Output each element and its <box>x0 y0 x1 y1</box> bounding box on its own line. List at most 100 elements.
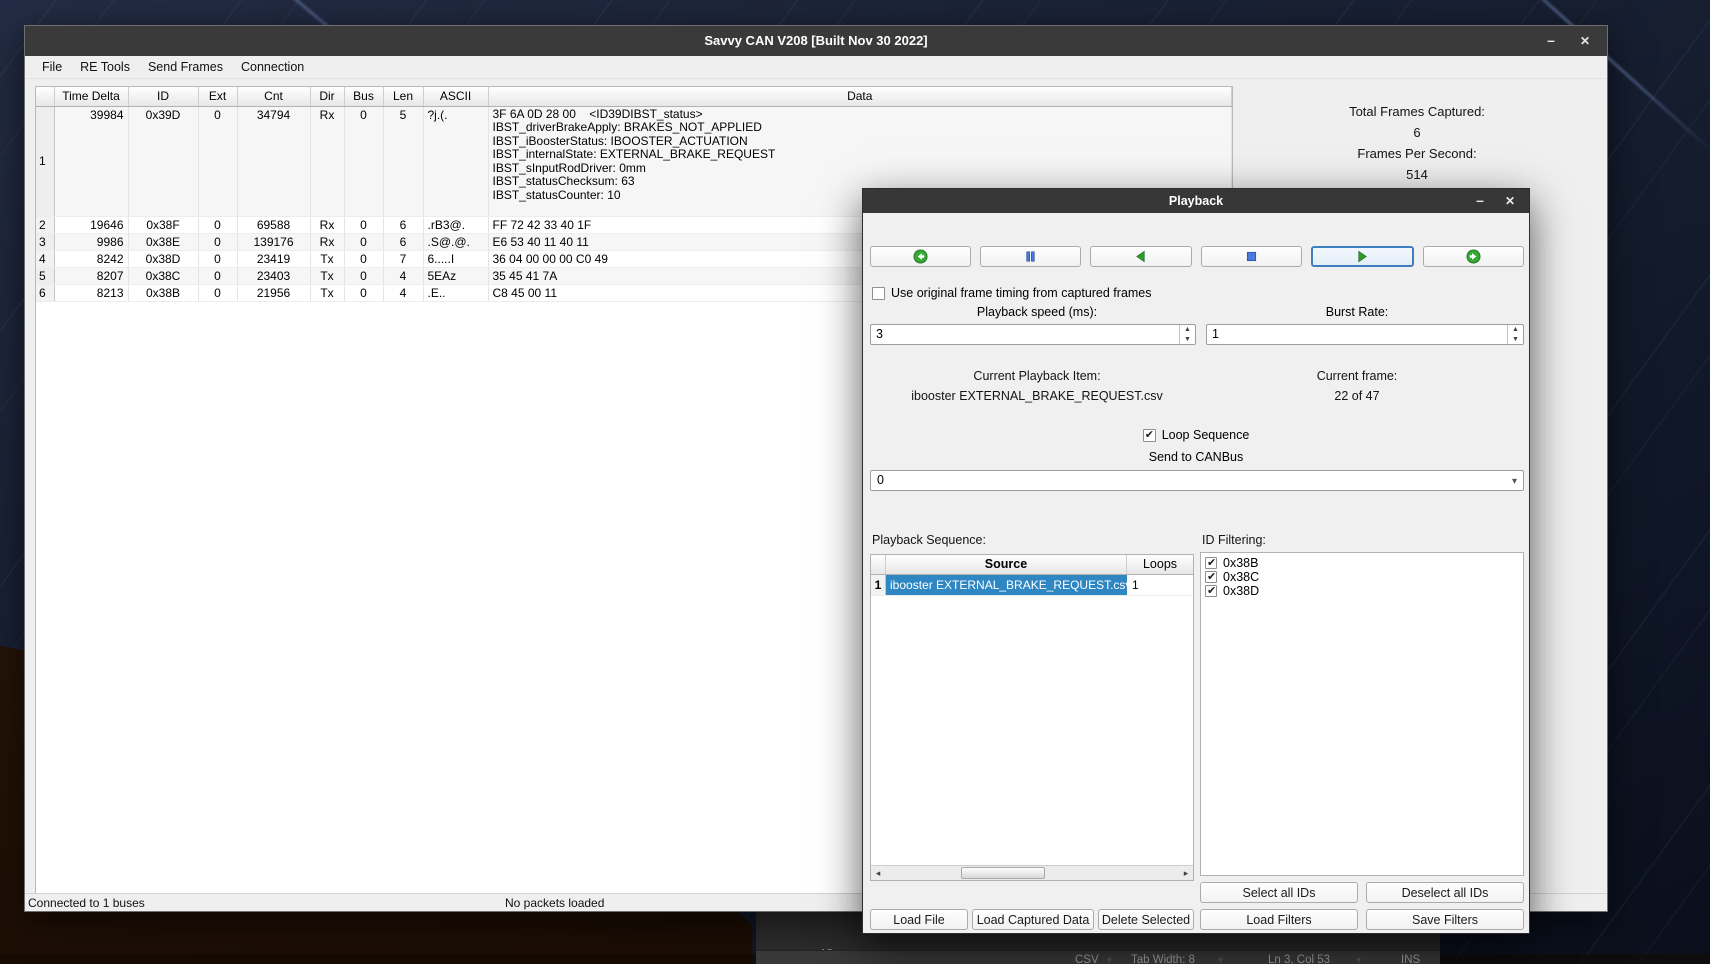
menu-connection[interactable]: Connection <box>232 58 313 76</box>
scrollbar-thumb[interactable] <box>961 867 1045 879</box>
pause-button[interactable] <box>980 246 1081 267</box>
loop-sequence-option[interactable]: Loop Sequence <box>863 428 1529 442</box>
menu-file[interactable]: File <box>33 58 71 76</box>
spin-down-icon[interactable]: ▼ <box>1180 335 1195 345</box>
cell-ext[interactable]: 0 <box>198 233 237 250</box>
cell-time-delta[interactable]: 8213 <box>54 284 128 301</box>
cell-ascii[interactable]: 6.....I <box>423 250 488 267</box>
cell-ascii[interactable]: .rB3@. <box>423 216 488 233</box>
corner-header[interactable] <box>36 87 54 106</box>
loops-column-header[interactable]: Loops <box>1127 555 1193 574</box>
burst-rate-spinner[interactable]: 1 ▲▼ <box>1206 324 1524 345</box>
language-menu[interactable]: CSV <box>1075 954 1099 964</box>
delete-selected-button[interactable]: Delete Selected <box>1098 909 1194 930</box>
cell-dir[interactable]: Rx <box>310 216 344 233</box>
deselect-all-ids-button[interactable]: Deselect all IDs <box>1366 882 1524 903</box>
cell-bus[interactable]: 0 <box>344 106 383 216</box>
cell-dir[interactable]: Tx <box>310 284 344 301</box>
cell-dir[interactable]: Tx <box>310 267 344 284</box>
col-dir[interactable]: Dir <box>310 87 344 106</box>
load-file-button[interactable]: Load File <box>870 909 968 930</box>
spin-up-icon[interactable]: ▲ <box>1508 325 1523 335</box>
load-captured-data-button[interactable]: Load Captured Data <box>972 909 1094 930</box>
id-filter-checkbox[interactable] <box>1205 585 1217 597</box>
close-button[interactable] <box>1571 26 1599 56</box>
cell-id[interactable]: 0x38C <box>128 267 198 284</box>
cell-ascii[interactable]: ?j.(. <box>423 106 488 216</box>
cell-ext[interactable]: 0 <box>198 216 237 233</box>
col-cnt[interactable]: Cnt <box>237 87 310 106</box>
source-column-header[interactable]: Source <box>886 555 1127 574</box>
cell-len[interactable]: 6 <box>383 233 423 250</box>
language-caret-icon[interactable] <box>1107 954 1112 964</box>
cell-id[interactable]: 0x38E <box>128 233 198 250</box>
cell-cnt[interactable]: 23419 <box>237 250 310 267</box>
row-number[interactable]: 6 <box>36 284 54 301</box>
cell-cnt[interactable]: 34794 <box>237 106 310 216</box>
cell-bus[interactable]: 0 <box>344 267 383 284</box>
cell-cnt[interactable]: 69588 <box>237 216 310 233</box>
cell-len[interactable]: 4 <box>383 284 423 301</box>
scroll-right-icon[interactable] <box>1179 866 1193 880</box>
row-number[interactable]: 4 <box>36 250 54 267</box>
id-filter-checkbox[interactable] <box>1205 571 1217 583</box>
cell-id[interactable]: 0x38F <box>128 216 198 233</box>
horizontal-scrollbar[interactable] <box>871 865 1193 880</box>
position-caret-icon[interactable] <box>1356 954 1361 964</box>
insert-mode-indicator[interactable]: INS <box>1401 954 1420 964</box>
cell-len[interactable]: 7 <box>383 250 423 267</box>
cell-time-delta[interactable]: 8207 <box>54 267 128 284</box>
cell-time-delta[interactable]: 19646 <box>54 216 128 233</box>
spin-up-icon[interactable]: ▲ <box>1180 325 1195 335</box>
cell-ext[interactable]: 0 <box>198 284 237 301</box>
play-button[interactable] <box>1311 246 1414 267</box>
load-filters-button[interactable]: Load Filters <box>1200 909 1358 930</box>
col-time-delta[interactable]: Time Delta <box>54 87 128 106</box>
stop-button[interactable] <box>1201 246 1302 267</box>
sequence-corner-header[interactable] <box>871 555 886 574</box>
menu-send-frames[interactable]: Send Frames <box>139 58 232 76</box>
loop-sequence-checkbox[interactable] <box>1143 429 1156 442</box>
skip-to-end-button[interactable] <box>1423 246 1524 267</box>
cell-ext[interactable]: 0 <box>198 267 237 284</box>
cell-len[interactable]: 5 <box>383 106 423 216</box>
row-number[interactable]: 5 <box>36 267 54 284</box>
id-filter-item[interactable]: 0x38C <box>1205 570 1523 584</box>
col-id[interactable]: ID <box>128 87 198 106</box>
cell-bus[interactable]: 0 <box>344 284 383 301</box>
cell-time-delta[interactable]: 39984 <box>54 106 128 216</box>
sequence-row[interactable]: 1 ibooster EXTERNAL_BRAKE_REQUEST.csv 1 <box>871 575 1193 596</box>
spinner-arrows[interactable]: ▲▼ <box>1179 325 1195 344</box>
cell-id[interactable]: 0x39D <box>128 106 198 216</box>
col-data[interactable]: Data <box>488 87 1232 106</box>
cell-ascii[interactable]: .E.. <box>423 284 488 301</box>
cell-time-delta[interactable]: 8242 <box>54 250 128 267</box>
cell-time-delta[interactable]: 9986 <box>54 233 128 250</box>
playback-speed-spinner[interactable]: 3 ▲▼ <box>870 324 1196 345</box>
cell-cnt[interactable]: 23403 <box>237 267 310 284</box>
playback-titlebar[interactable]: Playback <box>863 189 1529 213</box>
id-filter-item[interactable]: 0x38D <box>1205 584 1523 598</box>
row-number[interactable]: 2 <box>36 216 54 233</box>
row-number[interactable]: 1 <box>36 106 54 216</box>
cell-cnt[interactable]: 21956 <box>237 284 310 301</box>
main-titlebar[interactable]: Savvy CAN V208 [Built Nov 30 2022] <box>25 26 1607 56</box>
id-filter-item[interactable]: 0x38B <box>1205 556 1523 570</box>
original-timing-option[interactable]: Use original frame timing from captured … <box>872 286 1152 300</box>
cell-bus[interactable]: 0 <box>344 233 383 250</box>
sequence-row-number[interactable]: 1 <box>871 575 886 595</box>
row-number[interactable]: 3 <box>36 233 54 250</box>
col-len[interactable]: Len <box>383 87 423 106</box>
tab-width-menu[interactable]: Tab Width: 8 <box>1131 954 1195 964</box>
playback-close-button[interactable] <box>1497 189 1523 213</box>
cursor-position[interactable]: Ln 3, Col 53 <box>1268 954 1330 964</box>
cell-len[interactable]: 4 <box>383 267 423 284</box>
cell-len[interactable]: 6 <box>383 216 423 233</box>
step-back-button[interactable] <box>1090 246 1191 267</box>
cell-dir[interactable]: Rx <box>310 106 344 216</box>
spinner-arrows[interactable]: ▲▼ <box>1507 325 1523 344</box>
col-ascii[interactable]: ASCII <box>423 87 488 106</box>
cell-cnt[interactable]: 139176 <box>237 233 310 250</box>
spin-down-icon[interactable]: ▼ <box>1508 335 1523 345</box>
menu-re-tools[interactable]: RE Tools <box>71 58 139 76</box>
